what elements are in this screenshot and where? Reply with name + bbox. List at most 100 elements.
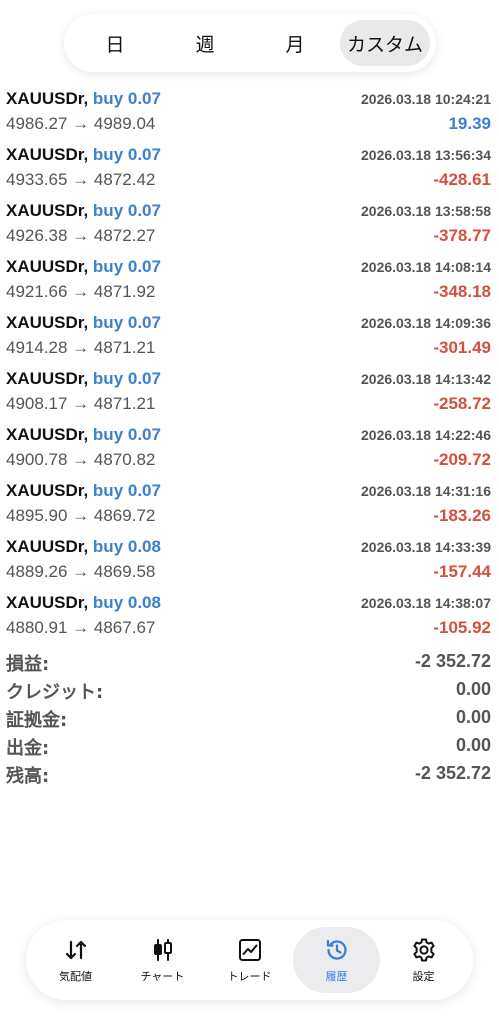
- deal-side-volume: buy 0.07: [92, 425, 161, 444]
- deal-header: XAUUSDr, buy 0.08: [6, 593, 161, 613]
- deal-row[interactable]: XAUUSDr, buy 0.07 2026.03.18 14:09:36 4914…: [0, 309, 499, 365]
- deal-profit: -258.72: [433, 394, 491, 413]
- deal-prices: 4880.91 → 4867.67: [6, 618, 156, 637]
- nav-settings-label: 設定: [412, 969, 435, 983]
- deal-time: 2026.03.18 14:13:42: [361, 371, 491, 387]
- summary-withdrawal-row: 出金: 0.00: [0, 732, 499, 760]
- nav-trade-label: トレード: [227, 969, 272, 983]
- summary-profit-label: 損益:: [6, 654, 50, 675]
- deal-prices: 4889.26 → 4869.58: [6, 562, 156, 581]
- deal-time: 2026.03.18 13:56:34: [361, 147, 491, 163]
- account-summary: 損益: -2 352.72 クレジット: 0.00 証拠金: 0.00 出金: …: [0, 648, 499, 788]
- quotes-arrows-icon: [65, 940, 86, 959]
- deal-profit: -105.92: [433, 618, 491, 637]
- deal-time: 2026.03.18 14:33:39: [361, 539, 491, 555]
- deal-symbol: XAUUSDr,: [6, 257, 89, 276]
- deal-side-volume: buy 0.07: [92, 313, 161, 332]
- deal-symbol: XAUUSDr,: [6, 313, 89, 332]
- period-tab-week[interactable]: 週: [160, 20, 250, 66]
- deal-header: XAUUSDr, buy 0.07: [6, 425, 161, 445]
- deal-time: 2026.03.18 14:38:07: [361, 595, 491, 611]
- deal-prices: 4895.90 → 4869.72: [6, 506, 156, 525]
- nav-history-label: 履歴: [325, 969, 348, 983]
- deal-symbol: XAUUSDr,: [6, 201, 89, 220]
- summary-credit-row: クレジット: 0.00: [0, 676, 499, 704]
- deal-profit: -428.61: [433, 170, 491, 189]
- period-tab-custom[interactable]: カスタム: [340, 20, 430, 66]
- deal-header: XAUUSDr, buy 0.07: [6, 369, 161, 389]
- summary-margin-label: 証拠金:: [6, 710, 68, 731]
- history-clock-icon: [326, 939, 347, 960]
- deal-profit: 19.39: [448, 114, 491, 133]
- deal-time: 2026.03.18 14:08:14: [361, 259, 491, 275]
- deal-profit: -301.49: [433, 338, 491, 357]
- deal-time: 2026.03.18 14:31:16: [361, 483, 491, 499]
- period-tab-month[interactable]: 月: [250, 20, 340, 66]
- deal-symbol: XAUUSDr,: [6, 89, 89, 108]
- deal-row[interactable]: XAUUSDr, buy 0.07 2026.03.18 14:08:14 4921…: [0, 253, 499, 309]
- deal-row[interactable]: XAUUSDr, buy 0.08 2026.03.18 14:33:39 4889…: [0, 533, 499, 589]
- deal-symbol: XAUUSDr,: [6, 593, 89, 612]
- deal-header: XAUUSDr, buy 0.08: [6, 537, 161, 557]
- deal-prices: 4908.17 → 4871.21: [6, 394, 156, 413]
- deal-row[interactable]: XAUUSDr, buy 0.07 2026.03.18 14:22:46 4900…: [0, 421, 499, 477]
- deal-prices: 4914.28 → 4871.21: [6, 338, 156, 357]
- deal-side-volume: buy 0.07: [92, 257, 161, 276]
- deal-profit: -183.26: [433, 506, 491, 525]
- deal-profit: -209.72: [433, 450, 491, 469]
- summary-balance-label: 残高:: [6, 766, 50, 787]
- trade-chart-icon: [238, 938, 261, 961]
- deal-symbol: XAUUSDr,: [6, 369, 89, 388]
- deal-time: 2026.03.18 14:09:36: [361, 315, 491, 331]
- deal-header: XAUUSDr, buy 0.07: [6, 313, 161, 333]
- deal-profit: -348.18: [433, 282, 491, 301]
- deal-side-volume: buy 0.08: [92, 593, 161, 612]
- deal-row[interactable]: XAUUSDr, buy 0.08 2026.03.18 14:38:07 4880…: [0, 589, 499, 645]
- deal-symbol: XAUUSDr,: [6, 537, 89, 556]
- deal-time: 2026.03.18 10:24:21: [361, 91, 491, 107]
- deal-side-volume: buy 0.07: [92, 145, 161, 164]
- deal-header: XAUUSDr, buy 0.07: [6, 145, 161, 165]
- candlestick-icon: [153, 938, 172, 961]
- deal-row[interactable]: XAUUSDr, buy 0.07 2026.03.18 10:24:21 4986…: [0, 85, 499, 141]
- deal-side-volume: buy 0.07: [92, 481, 161, 500]
- deal-header: XAUUSDr, buy 0.07: [6, 481, 161, 501]
- deal-header: XAUUSDr, buy 0.07: [6, 89, 161, 109]
- nav-quotes[interactable]: 気配値: [32, 927, 119, 993]
- nav-history[interactable]: 履歴: [293, 927, 380, 993]
- nav-chart-label: チャート: [140, 969, 185, 983]
- deal-side-volume: buy 0.08: [92, 537, 161, 556]
- summary-withdrawal-label: 出金:: [6, 738, 50, 759]
- summary-credit-value: 0.00: [455, 679, 491, 699]
- summary-margin-row: 証拠金: 0.00: [0, 704, 499, 732]
- deal-symbol: XAUUSDr,: [6, 145, 89, 164]
- deal-row[interactable]: XAUUSDr, buy 0.07 2026.03.18 13:56:34 4933…: [0, 141, 499, 197]
- deal-symbol: XAUUSDr,: [6, 425, 89, 444]
- deal-row[interactable]: XAUUSDr, buy 0.07 2026.03.18 14:31:16 4895…: [0, 477, 499, 533]
- summary-withdrawal-value: 0.00: [455, 735, 491, 755]
- deal-prices: 4986.27 → 4989.04: [6, 114, 156, 133]
- deal-row[interactable]: XAUUSDr, buy 0.07 2026.03.18 13:58:58 4926…: [0, 197, 499, 253]
- nav-quotes-label: 気配値: [59, 969, 92, 983]
- nav-trade[interactable]: トレード: [206, 927, 293, 993]
- nav-settings[interactable]: 設定: [380, 927, 467, 993]
- summary-margin-value: 0.00: [455, 707, 491, 727]
- settings-gear-icon: [412, 938, 435, 961]
- deal-row[interactable]: XAUUSDr, buy 0.07 2026.03.18 14:13:42 4908…: [0, 365, 499, 421]
- deal-list: XAUUSDr, buy 0.07 2026.03.18 10:24:21 4986…: [0, 85, 499, 645]
- bottom-nav: 気配値 チャート トレード 履歴 設定: [26, 920, 473, 1000]
- deal-side-volume: buy 0.07: [92, 369, 161, 388]
- period-tab-day[interactable]: 日: [70, 20, 160, 66]
- deal-header: XAUUSDr, buy 0.07: [6, 201, 161, 221]
- summary-credit-label: クレジット:: [6, 682, 104, 703]
- summary-balance-row: 残高: -2 352.72: [0, 760, 499, 788]
- deal-prices: 4926.38 → 4872.27: [6, 226, 156, 245]
- deal-side-volume: buy 0.07: [92, 201, 161, 220]
- summary-profit-row: 損益: -2 352.72: [0, 648, 499, 676]
- deal-time: 2026.03.18 13:58:58: [361, 203, 491, 219]
- deal-prices: 4900.78 → 4870.82: [6, 450, 156, 469]
- nav-chart[interactable]: チャート: [119, 927, 206, 993]
- deal-symbol: XAUUSDr,: [6, 481, 89, 500]
- summary-balance-value: -2 352.72: [414, 763, 491, 783]
- deal-profit: -378.77: [433, 226, 491, 245]
